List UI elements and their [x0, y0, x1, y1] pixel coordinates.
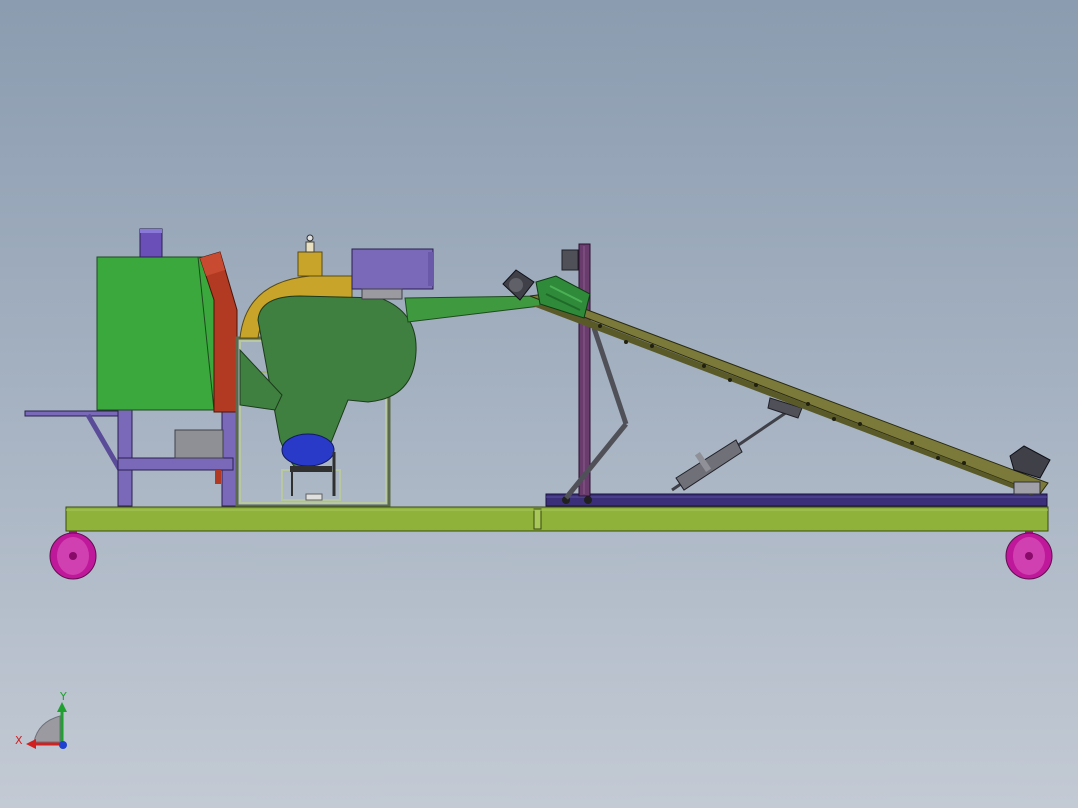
left-caster-wheel: [49, 531, 97, 580]
machine-drawing: Y X: [15, 228, 1053, 749]
base-frame: [65, 506, 1049, 532]
z-axis-dot: [59, 741, 67, 749]
right-caster-wheel: [1005, 531, 1053, 580]
cad-viewport[interactable]: Y X: [0, 0, 1078, 808]
inclined-conveyor: [529, 293, 1049, 495]
y-axis-label: Y: [59, 690, 67, 703]
hopper-box: [96, 228, 218, 411]
hopper-stand: [117, 409, 237, 507]
blue-blower: [281, 433, 336, 501]
support-strut: [564, 327, 629, 500]
x-axis-label: X: [15, 734, 23, 747]
conveyor-base-rail: [545, 493, 1048, 507]
left-shelf: [24, 410, 123, 472]
hydraulic-cylinder: [671, 397, 803, 492]
coordinate-triad: Y X: [15, 690, 67, 749]
top-motor-box: [351, 248, 434, 300]
